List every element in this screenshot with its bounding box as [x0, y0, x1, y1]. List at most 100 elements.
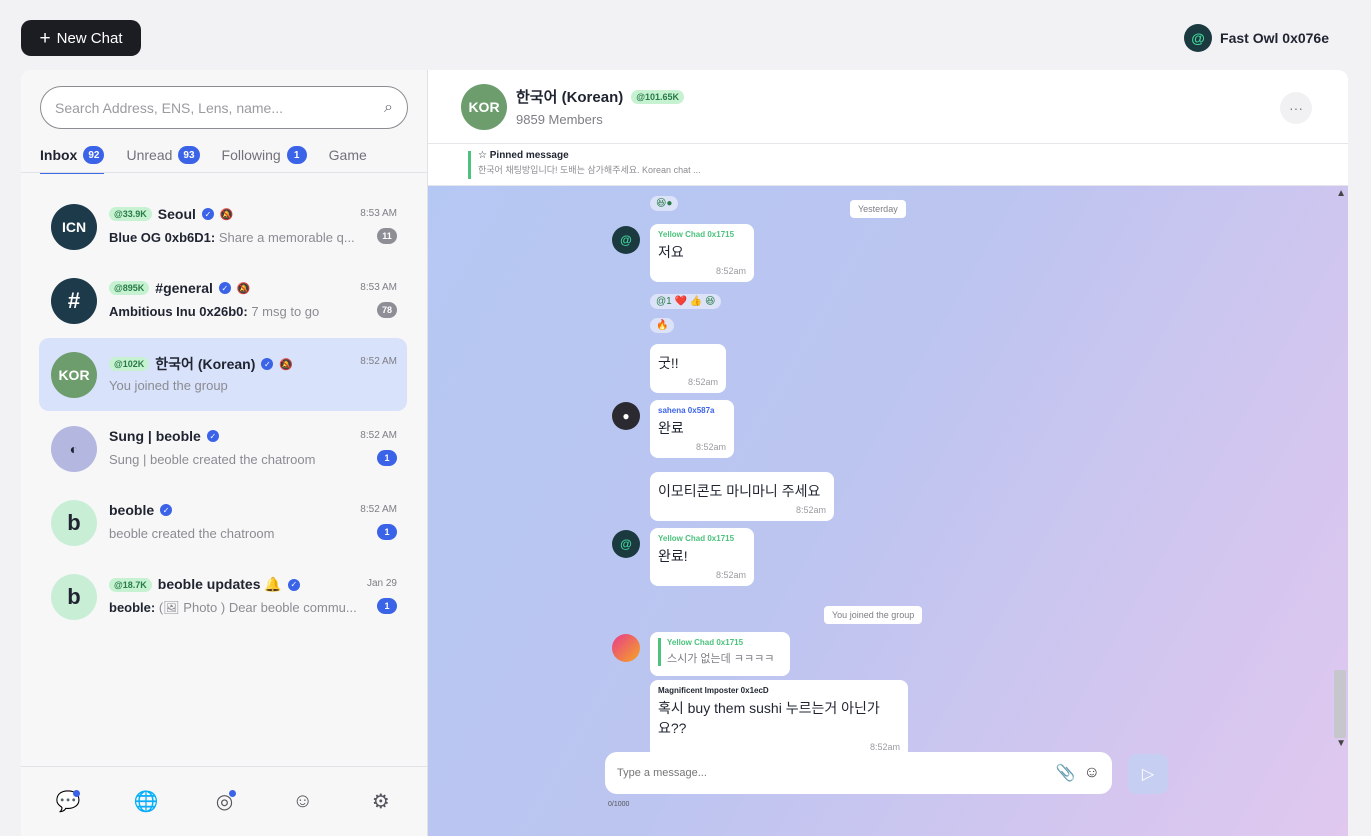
chat-name: 한국어 (Korean) [155, 356, 256, 372]
message-sender: Magnificent Imposter 0x1ecD [658, 686, 769, 695]
verified-icon: ✓ [206, 430, 219, 442]
attachment-icon[interactable]: 📎 [1056, 763, 1076, 783]
chat-item-beoble[interactable]: b beoble ✓ 8:52 AM beoble created the ch… [39, 486, 407, 559]
preview-text: (🖼 Photo ) Dear beoble commu... [155, 600, 357, 615]
chat-item-general[interactable]: # @895K #general ✓ 🔕 8:53 AM Ambitious I… [39, 264, 407, 337]
new-chat-label: New Chat [56, 29, 123, 47]
chat-name: #general [155, 280, 213, 296]
search-icon[interactable]: ⌕ [384, 99, 393, 117]
scroll-thumb[interactable] [1334, 670, 1346, 738]
notification-dot [229, 789, 237, 797]
message-bubble[interactable]: Magnificent Imposter 0x1ecD 혹시 buy them … [650, 680, 908, 758]
message-text: 완료 [658, 420, 684, 436]
chat-name: beoble updates 🔔 [157, 576, 282, 592]
sender-avatar[interactable]: @ [612, 226, 640, 254]
message-time: 8:52am [715, 266, 746, 276]
tab-label: Unread [126, 147, 173, 163]
reaction-row[interactable]: 😆● [650, 196, 679, 211]
verified-icon: ✓ [287, 578, 300, 591]
search-input[interactable] [55, 99, 385, 116]
chat-preview: Ambitious Inu 0x26b0: 7 msg to go [109, 304, 367, 319]
quoted-message-bubble[interactable]: Yellow Chad 0x1715 스시가 없는데 ㅋㅋㅋㅋ [650, 632, 790, 676]
verified-icon: ✓ [160, 504, 173, 516]
explore-icon[interactable]: ◎ [208, 786, 240, 818]
chat-name: beoble [109, 502, 155, 518]
message-bubble[interactable]: 굿!! 8:52am [650, 344, 726, 393]
new-chat-button[interactable]: + New Chat [21, 20, 141, 56]
verified-icon: ✓ [201, 208, 214, 220]
message-text: 이모티콘도 마니마니 주세요 [658, 483, 821, 499]
chat-item-sung-beoble[interactable]: ◐ Sung | beoble ✓ 8:52 AM Sung | beoble … [39, 412, 407, 485]
unread-badge: 1 [377, 450, 397, 466]
unread-badge: 1 [377, 524, 397, 540]
scrollbar[interactable]: ▲ ▼ [1332, 186, 1348, 749]
chat-list: ICN @33.9K Seoul ✓ 🔕 8:53 AM Blue OG 0xb… [21, 190, 427, 634]
message-sender: Yellow Chad 0x1715 [658, 230, 735, 239]
message-time: 8:52am [695, 442, 726, 452]
tab-game[interactable]: Game [329, 146, 367, 174]
chat-preview: beoble created the chatroom [109, 526, 275, 541]
message-text: 굿!! [658, 355, 679, 371]
reply-quote: Yellow Chad 0x1715 스시가 없는데 ㅋㅋㅋㅋ [658, 638, 782, 666]
verified-icon: ✓ [218, 282, 231, 294]
tab-following[interactable]: Following 1 [222, 146, 307, 174]
member-pill: @33.9K [109, 207, 152, 221]
sender-avatar[interactable]: @ [612, 530, 640, 558]
user-profile[interactable]: @ Fast Owl 0x076e [1184, 24, 1329, 52]
message-sender: Yellow Chad 0x1715 [658, 534, 735, 543]
chat-item-seoul[interactable]: ICN @33.9K Seoul ✓ 🔕 8:53 AM Blue OG 0xb… [39, 190, 407, 263]
preview-sender: Ambitious Inu 0x26b0: [109, 304, 248, 319]
tab-unread[interactable]: Unread 93 [126, 146, 200, 174]
preview-text: 7 msg to go [247, 304, 320, 319]
tab-count: 1 [286, 146, 307, 164]
chat-avatar: b [51, 500, 97, 546]
globe-icon[interactable]: 🌐 [130, 786, 162, 818]
member-pill: @18.7K [109, 577, 152, 592]
tab-label: Game [328, 147, 367, 163]
message-bubble[interactable]: Yellow Chad 0x1715 저요 8:52am [650, 224, 754, 282]
chat-header: KOR 한국어 (Korean) @101.65K 9859 Members ·… [428, 70, 1348, 144]
message-bubble[interactable]: sahena 0x587a 완료 8:52am [650, 400, 734, 458]
date-separator: Yesterday [850, 200, 906, 218]
pinned-message[interactable]: ☆ Pinned message 한국어 채팅방입니다! 도배는 삼가해주세요.… [428, 144, 1348, 186]
settings-gear-icon[interactable]: ⚙ [365, 786, 397, 818]
tab-inbox[interactable]: Inbox 92 [40, 146, 105, 174]
chat-time: 8:53 AM [360, 282, 397, 293]
chat-bubble-icon[interactable]: 💬 [52, 786, 84, 818]
message-text: 저요 [658, 244, 684, 260]
profile-icon[interactable]: ☺ [287, 786, 319, 818]
unread-badge: 11 [377, 228, 397, 244]
notification-dot [73, 789, 81, 797]
chat-preview: You joined the group [109, 378, 228, 393]
more-options-button[interactable]: ··· [1280, 92, 1312, 124]
reaction-row[interactable]: 🔥 [650, 318, 675, 333]
message-bubble[interactable]: 이모티콘도 마니마니 주세요 8:52am [650, 472, 834, 521]
chat-item-beoble-updates[interactable]: b @18.7K beoble updates 🔔 ✓ Jan 29 beobl… [39, 560, 407, 633]
chat-time: 8:53 AM [360, 208, 397, 219]
reaction-row[interactable]: @1 ❤️ 👍 😆 [650, 294, 722, 309]
verified-icon: ✓ [261, 358, 274, 370]
chat-name: Seoul [157, 206, 196, 222]
group-avatar: KOR [461, 84, 507, 130]
char-count: 0/1000 [608, 801, 630, 808]
unread-badge: 1 [377, 598, 397, 614]
emoji-icon[interactable]: ☺ [1084, 764, 1100, 782]
tab-count: 92 [83, 146, 105, 164]
chat-title-row: @18.7K beoble updates 🔔 ✓ [109, 576, 397, 593]
chat-panel: KOR 한국어 (Korean) @101.65K 9859 Members ·… [428, 70, 1348, 836]
message-list[interactable]: 😆● Yesterday @ Yellow Chad 0x1715 저요 8:5… [428, 186, 1348, 836]
tab-label: Inbox [40, 147, 78, 163]
chevron-down-icon[interactable]: ▼ [1336, 738, 1346, 749]
chat-title-row: @33.9K Seoul ✓ 🔕 [109, 206, 397, 222]
message-input[interactable] [617, 767, 1048, 779]
send-button[interactable]: ▷ [1128, 754, 1168, 794]
sender-avatar[interactable] [612, 634, 640, 662]
emoji-icon: 😆● [656, 198, 673, 209]
message-bubble[interactable]: Yellow Chad 0x1715 완료! 8:52am [650, 528, 754, 586]
sender-avatar[interactable]: ● [612, 402, 640, 430]
message-time: 8:52am [715, 570, 746, 580]
pinned-text: 한국어 채팅방입니다! 도배는 삼가해주세요. Korean chat ... [478, 165, 701, 175]
chat-item-korean[interactable]: KOR @102K 한국어 (Korean) ✓ 🔕 8:52 AM You j… [39, 338, 407, 411]
chevron-up-icon[interactable]: ▲ [1336, 188, 1346, 199]
chat-preview: beoble: (🖼 Photo ) Dear beoble commu... [109, 600, 367, 616]
